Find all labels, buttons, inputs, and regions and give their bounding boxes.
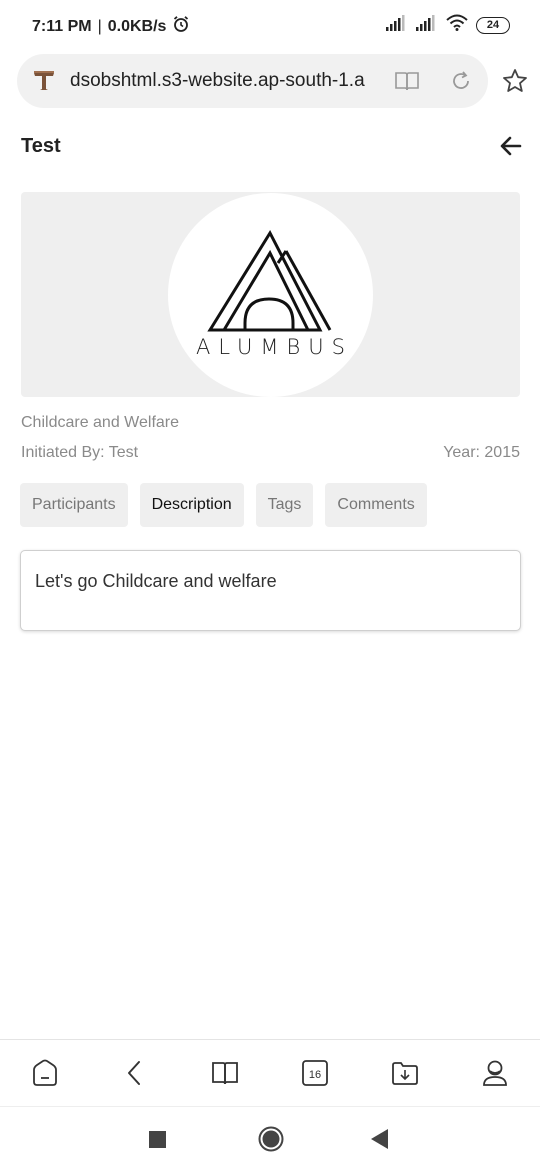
profile-icon[interactable] <box>480 1058 510 1088</box>
status-left: 7:11 PM | 0.0KB/s <box>32 15 190 38</box>
status-divider: | <box>97 17 102 35</box>
status-bar: 7:11 PM | 0.0KB/s 24 <box>0 0 540 48</box>
description-text: Let's go Childcare and welfare <box>35 571 277 591</box>
recents-icon[interactable] <box>149 1131 166 1153</box>
home-circle-icon[interactable] <box>258 1126 284 1157</box>
status-right: 24 <box>386 14 510 36</box>
arrow-left-icon[interactable] <box>499 134 523 163</box>
signal-icon <box>386 14 408 36</box>
wifi-icon <box>446 14 468 36</box>
downloads-icon[interactable] <box>390 1058 420 1088</box>
bookmarks-icon[interactable] <box>210 1058 240 1088</box>
reader-mode-icon[interactable] <box>394 70 420 97</box>
system-nav-bar <box>0 1106 540 1170</box>
status-time: 7:11 PM <box>32 17 92 35</box>
back-icon[interactable] <box>120 1058 150 1088</box>
project-banner: ALUMBUS <box>21 192 520 397</box>
page-title: Test <box>21 135 61 157</box>
url-text[interactable]: dsobshtml.s3-website.ap-south-1.a <box>70 70 370 92</box>
tab-count: 16 <box>309 1069 321 1081</box>
tab-tags[interactable]: Tags <box>255 483 314 527</box>
tab-participants[interactable]: Participants <box>20 483 128 527</box>
alumbus-logo: ALUMBUS <box>168 193 373 397</box>
signal-icon-2 <box>416 14 438 36</box>
address-bar[interactable]: dsobshtml.s3-website.ap-south-1.a <box>17 54 488 108</box>
reload-icon[interactable] <box>450 70 472 97</box>
tab-description[interactable]: Description <box>139 483 244 527</box>
star-icon[interactable] <box>502 68 528 99</box>
logo-text: ALUMBUS <box>196 335 353 359</box>
battery-icon: 24 <box>476 16 510 34</box>
detail-tabs: Participants Description Tags Comments <box>20 483 427 527</box>
site-favicon <box>33 69 55 98</box>
back-triangle-icon[interactable] <box>371 1129 389 1154</box>
browser-toolbar: 16 <box>0 1039 540 1106</box>
alarm-icon <box>172 15 190 38</box>
description-box: Let's go Childcare and welfare <box>20 550 521 631</box>
tabs-icon[interactable]: 16 <box>300 1058 330 1088</box>
tab-comments[interactable]: Comments <box>325 483 427 527</box>
project-category: Childcare and Welfare <box>21 414 180 431</box>
project-year: Year: 2015 <box>443 444 520 461</box>
home-icon[interactable] <box>30 1058 60 1088</box>
initiated-by: Initiated By: Test <box>21 444 139 461</box>
status-speed: 0.0KB/s <box>107 17 167 35</box>
